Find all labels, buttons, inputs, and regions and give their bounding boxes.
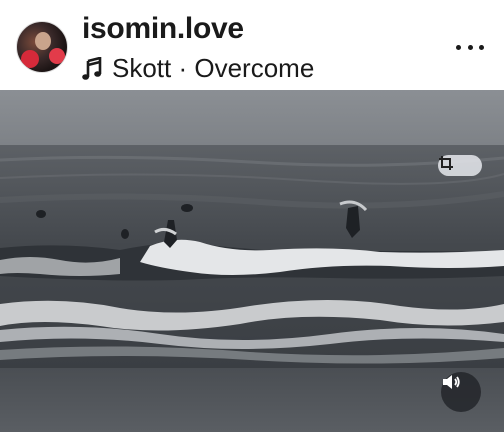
post-header: isomin.love Skott · Overcome: [0, 0, 504, 90]
avatar-face-shape: [35, 32, 51, 50]
username[interactable]: isomin.love: [82, 12, 244, 46]
more-options-button[interactable]: [456, 40, 484, 54]
crop-icon: [439, 156, 453, 170]
audio-track-link[interactable]: Skott · Overcome: [82, 53, 314, 84]
ellipsis-dot: [467, 44, 473, 50]
sound-toggle-button[interactable]: [441, 372, 481, 412]
ellipsis-dot: [456, 44, 461, 50]
sky: [0, 90, 504, 145]
video-player[interactable]: [0, 90, 504, 432]
shore-water: [0, 368, 504, 432]
speaker-icon: [443, 375, 460, 389]
avatar-flower-shape: [21, 50, 39, 68]
surf-video-frame: [0, 90, 504, 432]
music-note-icon: [82, 56, 102, 80]
avatar-flower-shape: [49, 48, 65, 64]
avatar[interactable]: [16, 21, 68, 73]
ellipsis-dot: [479, 44, 484, 50]
crop-button[interactable]: [438, 155, 482, 176]
audio-track-label: Skott · Overcome: [112, 53, 315, 83]
